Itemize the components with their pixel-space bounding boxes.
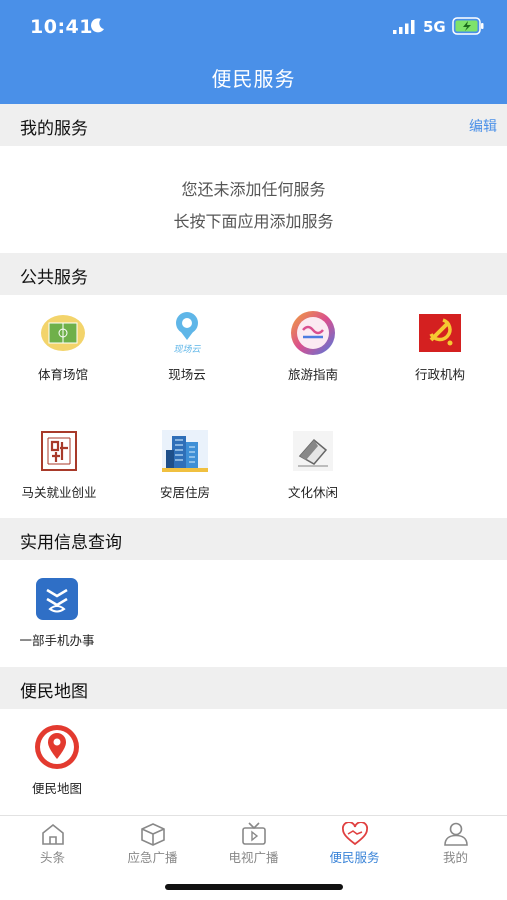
handshake-heart-icon xyxy=(342,822,368,846)
employment-seal-icon xyxy=(41,431,77,471)
service-label: 体育场馆 xyxy=(37,367,88,382)
service-culture-leisure[interactable]: 文化休闲 xyxy=(250,428,376,518)
network-label: 5G xyxy=(423,18,446,36)
empty-hint-line1: 您还未添加任何服务 xyxy=(181,180,326,199)
service-label: 旅游指南 xyxy=(287,367,338,382)
party-emblem-icon xyxy=(419,314,461,352)
section-title: 实用信息查询 xyxy=(20,533,122,553)
section-title: 我的服务 xyxy=(20,119,88,139)
home-icon xyxy=(42,823,64,845)
svg-text:现场云: 现场云 xyxy=(173,344,201,355)
service-administrative[interactable]: 行政机构 xyxy=(377,310,503,400)
service-cloud-live[interactable]: 现场云 现场云 xyxy=(124,310,250,400)
service-employment[interactable]: 马关就业创业 xyxy=(0,428,122,518)
section-title: 公共服务 xyxy=(20,268,88,288)
header: 10:41 5G 便民服务 xyxy=(0,0,507,104)
convenience-map-header: 便民地图 xyxy=(0,667,507,709)
status-time: 10:41 xyxy=(30,16,93,38)
box-icon xyxy=(141,823,165,846)
section-title: 便民地图 xyxy=(20,682,88,702)
tab-label: 电视广播 xyxy=(228,850,279,865)
tab-label: 头条 xyxy=(39,850,65,865)
home-indicator[interactable] xyxy=(165,884,343,890)
signal-icon xyxy=(393,20,415,34)
tab-label: 便民服务 xyxy=(329,850,380,865)
service-stadium[interactable]: 体育场馆 xyxy=(0,310,126,400)
edit-button[interactable]: 编辑 xyxy=(469,116,497,136)
mobile-affairs-icon xyxy=(36,578,78,620)
service-housing[interactable]: 安居住房 xyxy=(122,428,248,518)
tv-icon xyxy=(242,822,266,845)
service-travel-guide[interactable]: 旅游指南 xyxy=(250,310,376,400)
service-mobile-affairs[interactable]: 一部手机办事 xyxy=(0,576,120,666)
service-label: 文化休闲 xyxy=(287,485,338,500)
battery-icon xyxy=(452,17,484,35)
cloud-live-icon: 现场云 xyxy=(173,312,201,355)
stadium-icon xyxy=(41,315,85,351)
tab-headlines[interactable]: 头条 xyxy=(2,816,103,876)
service-label: 马关就业创业 xyxy=(21,485,97,500)
my-services-header: 我的服务 编辑 xyxy=(0,104,507,146)
page-title: 便民服务 xyxy=(211,67,296,91)
tab-convenience-services[interactable]: 便民服务 xyxy=(304,816,405,876)
user-icon xyxy=(444,822,468,846)
service-convenience-map[interactable]: 便民地图 xyxy=(0,724,120,814)
service-label: 一部手机办事 xyxy=(19,633,95,648)
tab-label: 我的 xyxy=(442,850,468,865)
info-query-header: 实用信息查询 xyxy=(0,518,507,560)
tab-me[interactable]: 我的 xyxy=(405,816,506,876)
service-label: 现场云 xyxy=(168,367,206,382)
tab-tv-broadcast[interactable]: 电视广播 xyxy=(203,816,304,876)
eraser-icon xyxy=(293,431,333,471)
service-label: 便民地图 xyxy=(31,781,82,796)
moon-icon xyxy=(91,18,104,33)
building-icon xyxy=(162,430,208,472)
tab-label: 应急广播 xyxy=(127,850,178,865)
public-services-header: 公共服务 xyxy=(0,253,507,295)
travel-guide-icon xyxy=(291,311,335,355)
empty-hint-line2: 长按下面应用添加服务 xyxy=(173,212,334,231)
map-pin-icon xyxy=(35,725,79,769)
service-label: 行政机构 xyxy=(414,367,465,382)
service-label: 安居住房 xyxy=(159,485,210,500)
tab-emergency-broadcast[interactable]: 应急广播 xyxy=(102,816,203,876)
